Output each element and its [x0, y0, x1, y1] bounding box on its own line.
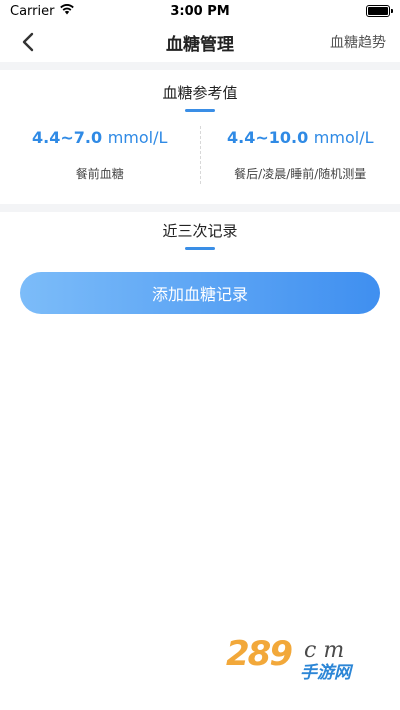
reference-value: 4.4~10.0 mmol/L: [227, 128, 374, 147]
chevron-left-icon: [22, 32, 34, 52]
records-header: 近三次记录: [0, 212, 400, 250]
reference-range: 4.4~10.0: [226, 128, 309, 147]
records-title: 近三次记录: [162, 222, 238, 240]
reference-label: 餐前血糖: [75, 167, 124, 181]
status-bar: Carrier 3:00 PM: [0, 0, 400, 22]
title-underline: [185, 109, 215, 112]
reference-values: 4.4~7.0 mmol/L 餐前血糖 4.4~10.0 mmol/L 餐后/凌…: [0, 124, 400, 204]
status-right: [366, 5, 393, 17]
reference-label: 餐后/凌晨/睡前/随机测量: [234, 167, 367, 181]
watermark-number: 289: [226, 634, 293, 674]
status-time: 3:00 PM: [170, 3, 230, 19]
add-record-button[interactable]: 添加血糖记录: [20, 272, 380, 314]
nav-bar: 血糖管理 血糖趋势: [0, 22, 400, 62]
reference-value: 4.4~7.0 mmol/L: [32, 128, 167, 147]
battery-icon: [366, 5, 393, 17]
section-divider: [0, 62, 400, 70]
reference-item-after-meal: 4.4~10.0 mmol/L 餐后/凌晨/睡前/随机测量: [201, 124, 400, 204]
reference-unit: mmol/L: [107, 128, 168, 147]
reference-title: 血糖参考值: [162, 84, 238, 102]
trend-link[interactable]: 血糖趋势: [330, 32, 386, 52]
reference-item-before-meal: 4.4~7.0 mmol/L 餐前血糖: [0, 124, 200, 204]
watermark-text: 手游网: [300, 663, 351, 683]
back-button[interactable]: [14, 28, 42, 56]
title-underline: [185, 247, 215, 250]
section-divider: [0, 204, 400, 212]
watermark-logo: 289 c m 手游网: [226, 634, 376, 683]
reference-header: 血糖参考值: [0, 70, 400, 112]
reference-unit: mmol/L: [313, 128, 374, 147]
reference-range: 4.4~7.0: [32, 128, 103, 147]
